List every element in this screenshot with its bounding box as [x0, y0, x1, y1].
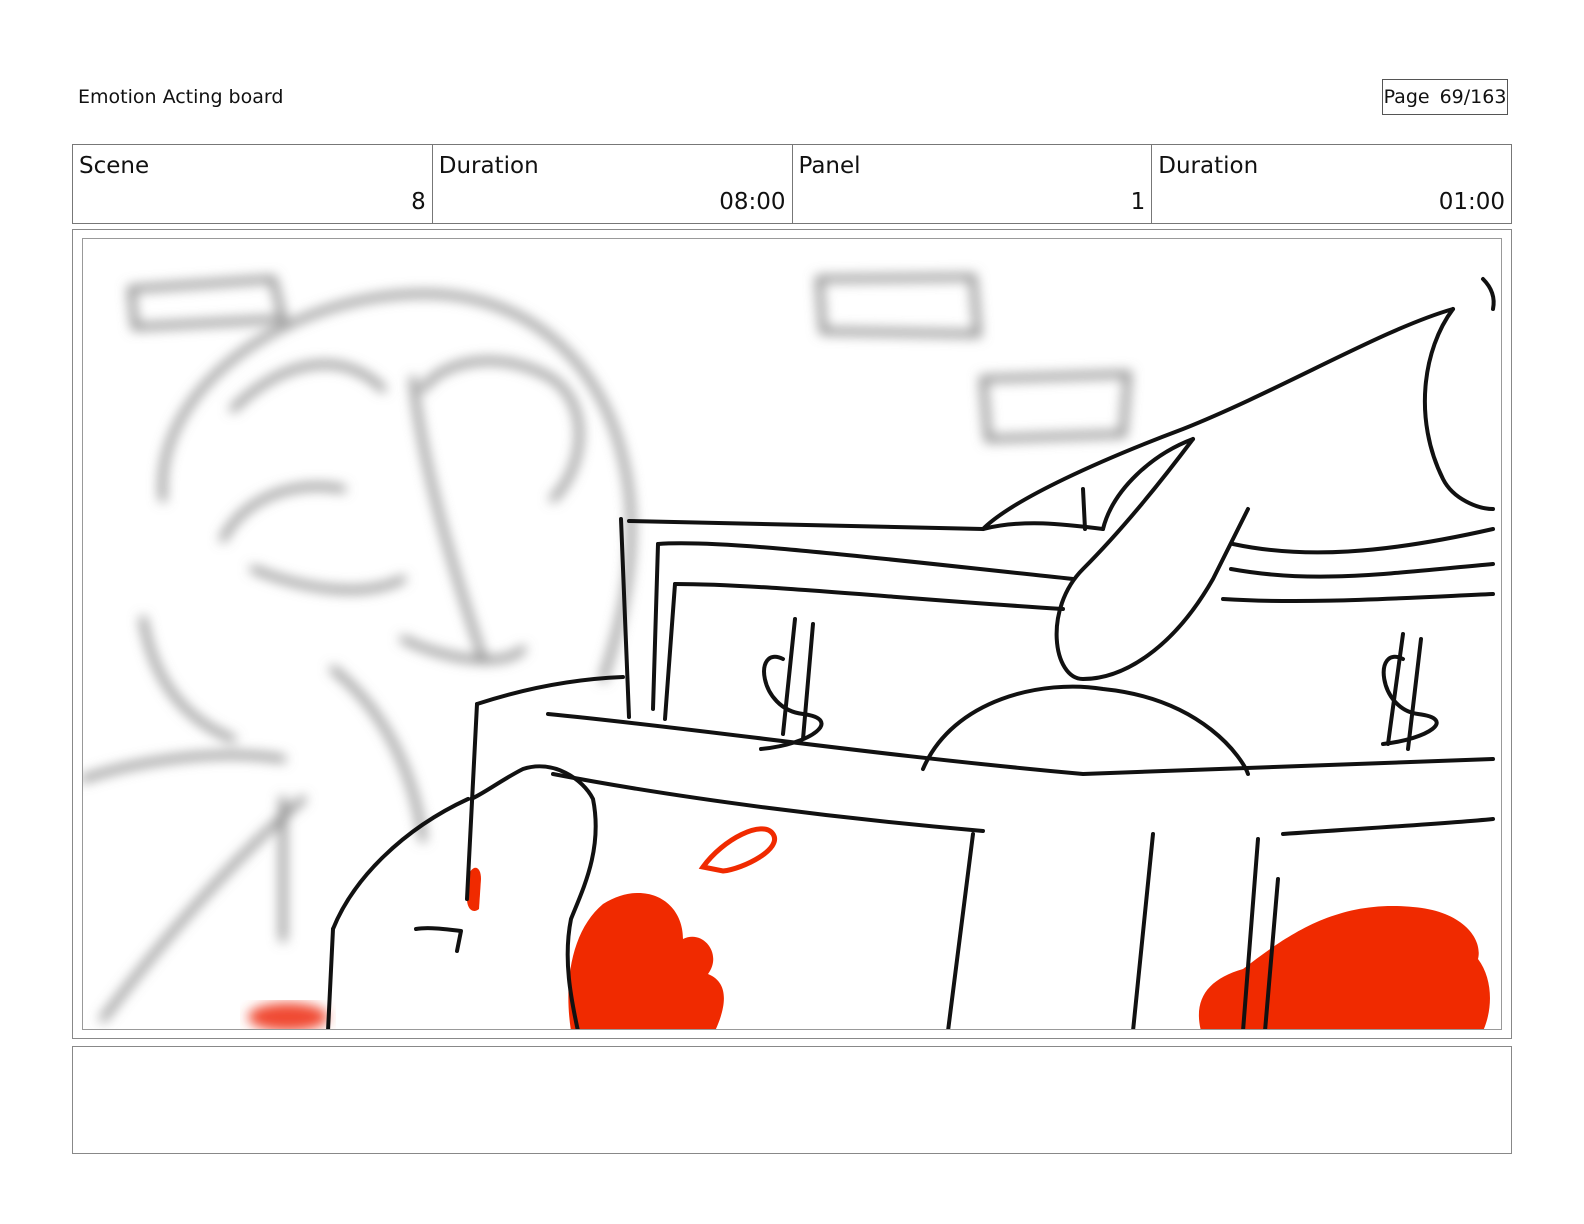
panel-label: Panel [798, 153, 861, 179]
page-indicator: Page 69/163 [1382, 79, 1508, 115]
panel-cell: Panel 1 [793, 145, 1153, 223]
storyboard-panel-frame [72, 229, 1512, 1039]
red-ink-accents [467, 826, 1490, 1029]
storyboard-drawing [82, 238, 1502, 1030]
page-number: 69/163 [1439, 86, 1507, 108]
scene-value: 8 [411, 189, 426, 215]
panel-duration-cell: Duration 01:00 [1152, 145, 1511, 223]
scene-label: Scene [79, 153, 150, 179]
page-label: Page [1383, 86, 1430, 108]
scene-duration-value: 08:00 [719, 189, 786, 215]
shot-info-table: Scene 8 Duration 08:00 Panel 1 Duration … [72, 144, 1512, 224]
scene-cell: Scene 8 [73, 145, 433, 223]
background-red-smudge [248, 1003, 328, 1029]
scene-duration-label: Duration [438, 153, 539, 179]
scene-duration-cell: Duration 08:00 [433, 145, 793, 223]
panel-notes-box [72, 1046, 1512, 1154]
panel-duration-value: 01:00 [1438, 189, 1505, 215]
panel-duration-label: Duration [1158, 153, 1259, 179]
board-title: Emotion Acting board [78, 86, 284, 108]
money-and-hands-sketch [326, 277, 1496, 1029]
panel-value: 1 [1130, 189, 1146, 215]
